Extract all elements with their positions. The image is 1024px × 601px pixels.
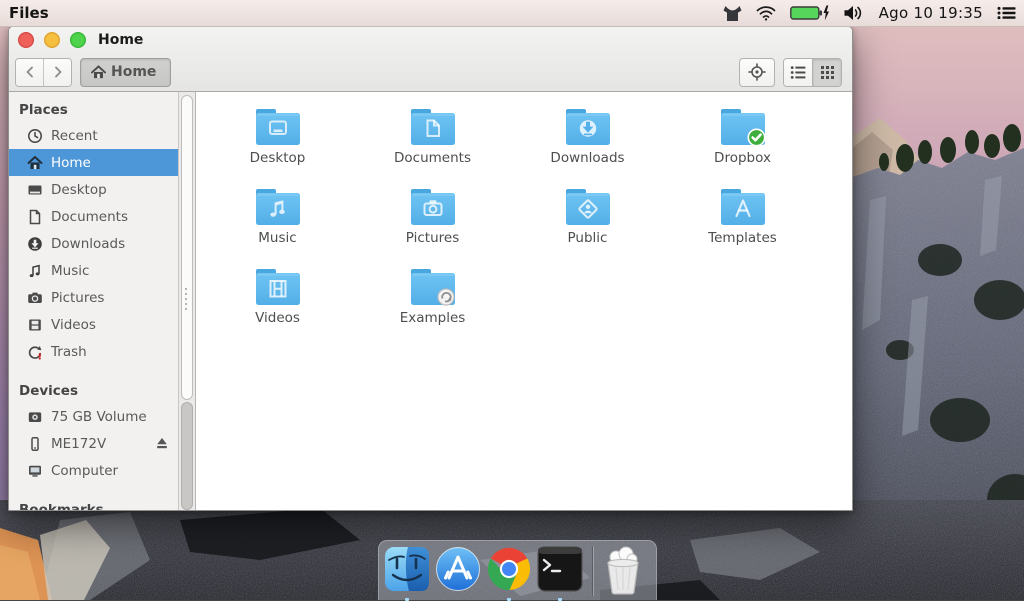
volume-icon[interactable] [844, 5, 865, 21]
sidebar-item-label: Downloads [51, 236, 125, 252]
sidebar-item-videos[interactable]: Videos [9, 311, 178, 338]
sidebar-item-label: Music [51, 263, 89, 279]
file-view[interactable]: Desktop Documents Downloads [196, 92, 852, 510]
sidebar-item-pictures[interactable]: Pictures [9, 284, 178, 311]
folder-label: Templates [708, 230, 777, 246]
sidebar-item-label: Documents [51, 209, 128, 225]
downloads-icon [27, 236, 43, 252]
sidebar-item-desktop[interactable]: Desktop [9, 176, 178, 203]
window-toolbar: Home [9, 53, 852, 92]
folder-item-public[interactable]: Public [510, 187, 665, 267]
folder-label: Dropbox [714, 150, 771, 166]
sidebar-item-me172v[interactable]: ME172V [9, 430, 178, 457]
folder-label: Music [258, 230, 296, 246]
sidebar-item-music[interactable]: Music [9, 257, 178, 284]
maximize-button[interactable] [70, 32, 86, 48]
recent-icon [27, 128, 43, 144]
folder-label: Pictures [406, 230, 459, 246]
dock-item-app-store[interactable] [435, 546, 481, 592]
folder-label: Examples [400, 310, 466, 326]
pictures-icon [27, 290, 43, 306]
forward-button[interactable] [43, 59, 71, 86]
dock-item-chrome[interactable] [486, 546, 532, 592]
folder-item-music[interactable]: Music [200, 187, 355, 267]
breadcrumb-label: Home [111, 64, 156, 80]
window-titlebar[interactable]: Home [9, 27, 852, 53]
folder-item-templates[interactable]: Templates [665, 187, 820, 267]
folder-item-dropbox[interactable]: Dropbox [665, 107, 820, 187]
folder-label: Videos [255, 310, 300, 326]
home-icon [91, 65, 106, 79]
sidebar-header-bookmarks: Bookmarks [9, 498, 178, 510]
computer-icon [27, 463, 43, 479]
pane-splitter-grip[interactable] [185, 288, 187, 310]
appmenu-files[interactable]: Files [9, 4, 49, 22]
breadcrumb-home[interactable]: Home [80, 58, 171, 87]
close-button[interactable] [18, 32, 34, 48]
folder-label: Public [568, 230, 608, 246]
folder-item-videos[interactable]: Videos [200, 267, 355, 347]
locate-button[interactable] [739, 58, 775, 87]
trash-icon [27, 344, 43, 360]
desktop-icon [27, 182, 43, 198]
sidebar-item-home[interactable]: Home [9, 149, 178, 176]
sidebar-item-downloads[interactable]: Downloads [9, 230, 178, 257]
sidebar-item-label: Trash [51, 344, 87, 360]
sidebar-header-devices: Devices [9, 379, 178, 403]
sidebar-item-label: Home [51, 155, 91, 171]
sidebar-item-label: ME172V [51, 436, 106, 452]
scrollbar-trough-handle[interactable] [181, 402, 193, 510]
scrollbar-handle[interactable] [181, 95, 193, 400]
sidebar-item-label: Recent [51, 128, 98, 144]
back-button[interactable] [16, 59, 43, 86]
folder-item-documents[interactable]: Documents [355, 107, 510, 187]
battery-charging-icon[interactable] [790, 5, 830, 21]
sidebar-item-label: Pictures [51, 290, 104, 306]
top-menubar: Files Ago 10 19:35 [0, 0, 1024, 27]
dock [378, 540, 657, 600]
clock[interactable]: Ago 10 19:35 [879, 4, 983, 22]
phone-icon [27, 436, 43, 452]
folder-label: Desktop [250, 150, 306, 166]
folder-item-desktop[interactable]: Desktop [200, 107, 355, 187]
folder-item-examples[interactable]: Examples [355, 267, 510, 347]
window-title: Home [98, 32, 143, 48]
folder-item-downloads[interactable]: Downloads [510, 107, 665, 187]
sidebar: Places Recent Home Desktop Documents [9, 92, 178, 510]
documents-icon [27, 209, 43, 225]
sidebar-header-places: Places [9, 98, 178, 122]
folder-label: Documents [394, 150, 471, 166]
applet-icon[interactable] [723, 5, 742, 22]
sidebar-item-recent[interactable]: Recent [9, 122, 178, 149]
sidebar-item-75gb-volume[interactable]: 75 GB Volume [9, 403, 178, 430]
harddisk-icon [27, 409, 43, 425]
sidebar-item-label: 75 GB Volume [51, 409, 147, 425]
music-icon [27, 263, 43, 279]
wifi-icon[interactable] [756, 5, 776, 21]
home-icon [27, 155, 43, 171]
sidebar-item-label: Videos [51, 317, 96, 333]
files-window: Home Home [8, 26, 853, 511]
dock-item-files[interactable] [384, 546, 430, 592]
sidebar-scrollbar[interactable] [178, 92, 196, 510]
folder-label: Downloads [550, 150, 624, 166]
dock-item-terminal[interactable] [537, 546, 583, 592]
dock-separator [592, 546, 593, 596]
sidebar-item-label: Desktop [51, 182, 107, 198]
dock-item-trash[interactable] [601, 546, 647, 592]
folder-item-pictures[interactable]: Pictures [355, 187, 510, 267]
sidebar-item-trash[interactable]: Trash [9, 338, 178, 365]
list-view-button[interactable] [784, 59, 812, 86]
minimize-button[interactable] [44, 32, 60, 48]
sidebar-item-documents[interactable]: Documents [9, 203, 178, 230]
videos-icon [27, 317, 43, 333]
menu-icon[interactable] [997, 5, 1016, 21]
eject-button[interactable] [154, 435, 170, 451]
sidebar-item-computer[interactable]: Computer [9, 457, 178, 484]
grid-view-button[interactable] [812, 59, 841, 86]
sidebar-item-label: Computer [51, 463, 118, 479]
